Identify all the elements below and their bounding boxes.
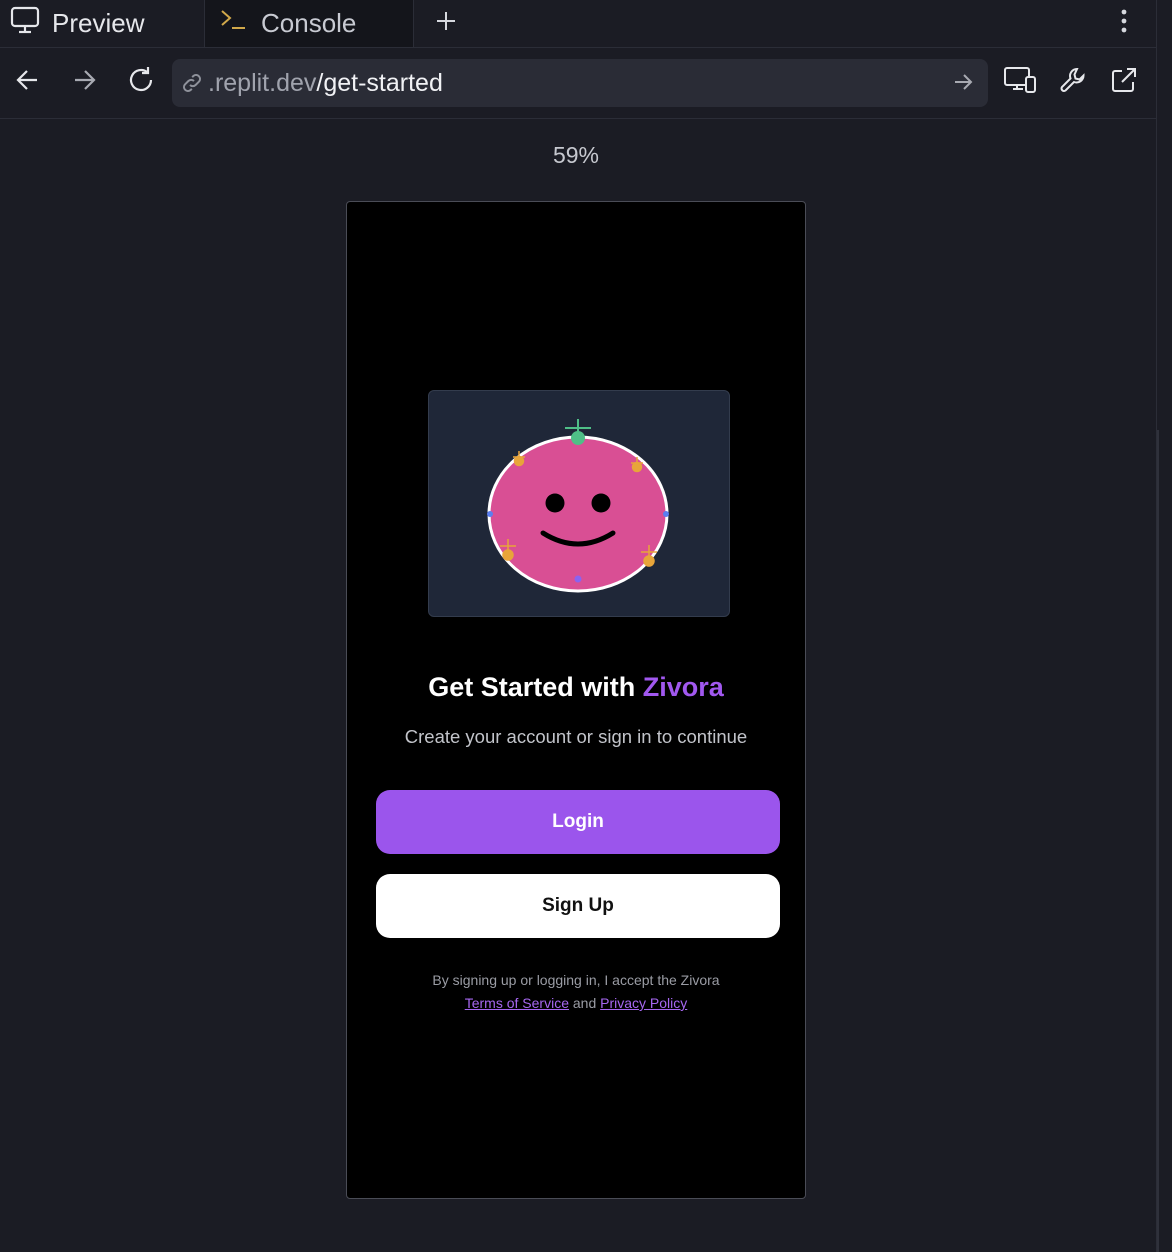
device-preview-button[interactable] [1000, 62, 1040, 102]
zoom-level: 59% [552, 142, 600, 168]
url-host: .replit.dev [208, 68, 317, 97]
monitor-icon [10, 6, 40, 41]
forward-button[interactable] [64, 62, 104, 102]
browser-navbar: .replit.dev/get-started [0, 48, 1156, 119]
scrollbar-thumb[interactable] [1157, 430, 1172, 1252]
legal-text: By signing up or logging in, I accept th… [432, 972, 720, 988]
add-tab-button[interactable] [430, 0, 462, 47]
reload-button[interactable] [121, 62, 161, 102]
hero-illustration [428, 390, 730, 617]
login-button[interactable]: Login [376, 790, 780, 854]
link-icon [180, 71, 204, 95]
more-options-button[interactable] [1112, 0, 1136, 47]
devtools-button[interactable] [1053, 62, 1093, 102]
privacy-policy-link[interactable]: Privacy Policy [600, 995, 687, 1011]
legal-and: and [568, 995, 601, 1011]
terms-of-service-link[interactable]: Terms of Service [465, 995, 569, 1011]
scrollbar[interactable] [1156, 0, 1172, 1252]
reload-icon [126, 65, 156, 100]
signup-button-label: Sign Up [542, 895, 614, 916]
tab-console[interactable]: Console [204, 0, 414, 47]
tab-bar: Preview Console [0, 0, 1156, 48]
url-path: /get-started [316, 68, 443, 97]
tab-console-label: Console [261, 8, 357, 38]
title-prefix: Get Started with [428, 672, 643, 702]
back-arrow-icon [15, 67, 41, 98]
brand-name: Zivora [642, 672, 724, 702]
plus-icon [435, 10, 457, 37]
go-arrow-icon[interactable] [952, 71, 974, 98]
open-external-icon [1109, 65, 1139, 100]
tab-preview[interactable]: Preview [0, 0, 203, 47]
kebab-menu-icon [1120, 8, 1128, 39]
open-in-new-tab-button[interactable] [1104, 62, 1144, 102]
devices-icon [1003, 65, 1037, 100]
terminal-icon [219, 6, 249, 41]
page-subtitle: Create your account or sign in to contin… [404, 726, 748, 747]
back-button[interactable] [8, 62, 48, 102]
login-button-label: Login [552, 811, 604, 832]
device-preview-frame: Get Started with Zivora Create your acco… [346, 201, 806, 1199]
forward-arrow-icon [71, 67, 97, 98]
legal-notice: By signing up or logging in, I accept th… [347, 969, 805, 1015]
devtools-wrench-icon [1058, 65, 1088, 100]
tab-preview-label: Preview [52, 8, 145, 38]
signup-button[interactable]: Sign Up [376, 874, 780, 938]
url-bar[interactable]: .replit.dev/get-started [172, 59, 988, 107]
mascot-image [487, 419, 669, 593]
page-title: Get Started with Zivora [347, 672, 805, 703]
